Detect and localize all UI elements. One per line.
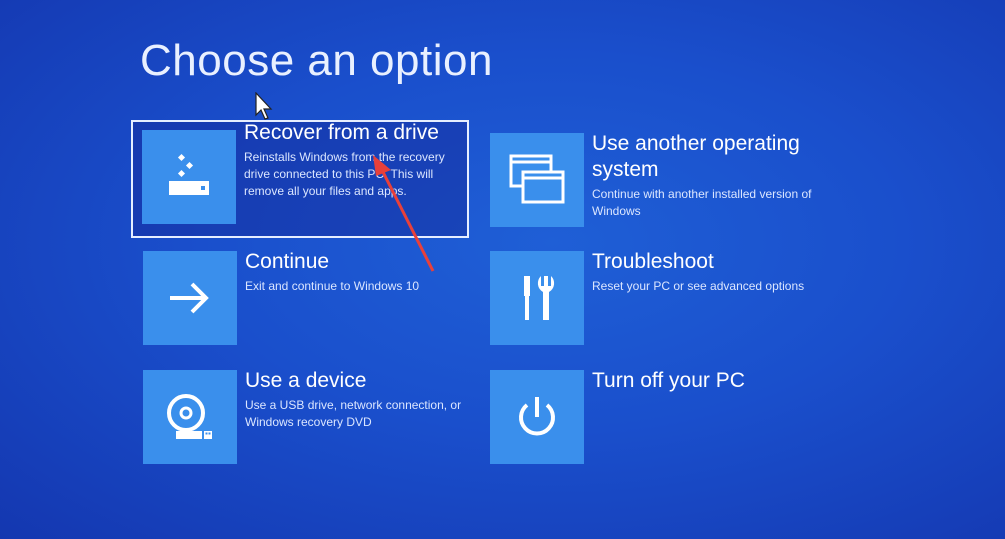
power-icon — [490, 370, 584, 464]
option-recover-from-drive[interactable]: Recover from a drive Reinstalls Windows … — [131, 120, 469, 238]
option-title: Troubleshoot — [592, 250, 714, 273]
page-title: Choose an option — [140, 36, 493, 85]
option-use-device[interactable]: Use a device Use a USB drive, network co… — [143, 369, 475, 464]
option-description: Continue with another installed version … — [592, 187, 812, 218]
option-title: Turn off your PC — [592, 369, 745, 392]
windows-stack-icon — [490, 133, 584, 227]
disc-drive-icon — [143, 370, 237, 464]
tools-icon — [490, 251, 584, 345]
mouse-cursor-icon — [255, 92, 273, 120]
option-description: Use a USB drive, network connection, or … — [245, 398, 462, 429]
option-title: Continue — [245, 250, 330, 273]
option-description: Exit and continue to Windows 10 — [245, 279, 420, 293]
option-description: Reinstalls Windows from the recovery dri… — [244, 150, 445, 198]
recovery-drive-icon — [142, 130, 236, 224]
option-description: Reset your PC or see advanced options — [592, 279, 805, 293]
option-title: Use a device — [245, 369, 367, 392]
option-title: Recover from a drive — [244, 121, 439, 144]
option-troubleshoot[interactable]: Troubleshoot Reset your PC or see advanc… — [490, 250, 822, 345]
option-continue[interactable]: Continue Exit and continue to Windows 10 — [143, 250, 475, 345]
option-title: Use another operating system — [592, 132, 800, 181]
option-use-another-os[interactable]: Use another operating system Continue wi… — [490, 132, 822, 227]
arrow-right-icon — [143, 251, 237, 345]
option-turn-off-pc[interactable]: Turn off your PC — [490, 369, 822, 464]
